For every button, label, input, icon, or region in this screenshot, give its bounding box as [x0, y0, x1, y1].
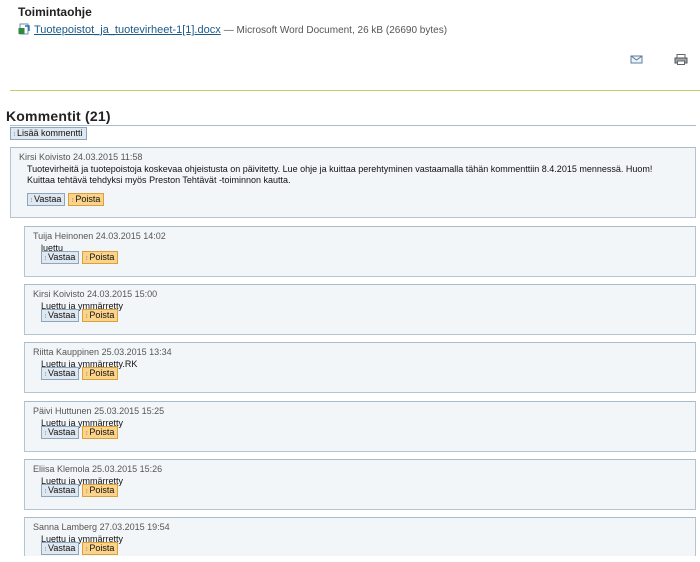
- comment-text: Tuotevirheitä ja tuotepoistoja koskevaa …: [27, 164, 653, 185]
- comment-author: Sanna Lamberg: [33, 522, 98, 532]
- delete-label: Poista: [89, 252, 115, 262]
- comment-header: Tuija Heinonen 24.03.2015 14:02: [33, 231, 166, 241]
- comment: Eliisa Klemola 25.03.2015 15:26 Luettu ja…: [24, 459, 696, 510]
- comment-actions: ⁝ Vastaa ⁝ Poista: [41, 484, 121, 502]
- comment-actions: ⁝ Vastaa ⁝ Poista: [41, 309, 121, 327]
- comment-author: Riitta Kauppinen: [33, 347, 100, 357]
- add-comment-label: Lisää kommentti: [17, 128, 83, 138]
- comment-author: Kirsi Koivisto: [33, 289, 85, 299]
- reply-button[interactable]: ⁝ Vastaa: [41, 426, 80, 439]
- reply-button[interactable]: ⁝ Vastaa: [41, 542, 80, 555]
- comment-text: luettu: [41, 243, 64, 253]
- attachment-link[interactable]: Tuotepoistot_ja_tuotevirheet-1[1].docx: [34, 24, 221, 36]
- attachment-meta: — Microsoft Word Document, 26 kB (26690 …: [223, 25, 448, 36]
- comment-date: 25.03.2015 15:26: [92, 464, 163, 474]
- delete-button[interactable]: ⁝ Poista: [82, 309, 119, 322]
- delete-button[interactable]: ⁝ Poista: [82, 542, 119, 555]
- comment-date: 27.03.2015 19:54: [99, 522, 170, 532]
- comment: Riitta Kauppinen 25.03.2015 13:34 Luettu …: [24, 342, 696, 393]
- reply-button[interactable]: ⁝ Vastaa: [41, 367, 80, 380]
- reply-button[interactable]: ⁝ Vastaa: [27, 193, 66, 206]
- delete-label: Poista: [89, 368, 115, 378]
- comment-date: 25.03.2015 15:25: [94, 406, 165, 416]
- delete-label: Poista: [89, 427, 115, 437]
- comment: Tuija Heinonen 24.03.2015 14:02 luettu ⁝ Va…: [24, 226, 696, 277]
- reply-button[interactable]: ⁝ Vastaa: [41, 251, 80, 264]
- comment-header: Kirsi Koivisto 24.03.2015 15:00: [33, 289, 157, 299]
- section-title: Toimintaohje: [18, 5, 92, 19]
- delete-label: Poista: [89, 543, 115, 553]
- comment-text: Luettu ja ymmärretty: [41, 534, 124, 544]
- reply-button[interactable]: ⁝ Vastaa: [41, 309, 80, 322]
- print-icon[interactable]: [674, 52, 688, 65]
- delete-button[interactable]: ⁝ Poista: [82, 367, 119, 380]
- comment-actions: ⁝ Vastaa ⁝ Poista: [27, 193, 107, 211]
- reply-label: Vastaa: [48, 543, 76, 553]
- comment-date: 24.03.2015 11:58: [73, 152, 143, 162]
- divider: [10, 90, 700, 91]
- comment-header: Eliisa Klemola 25.03.2015 15:26: [33, 464, 162, 474]
- comment-author: Tuija Heinonen: [33, 231, 94, 241]
- reply-label: Vastaa: [48, 310, 76, 320]
- comment-header: Riitta Kauppinen 25.03.2015 13:34: [33, 347, 172, 357]
- delete-button[interactable]: ⁝ Poista: [82, 484, 119, 497]
- attachment: Tuotepoistot_ja_tuotevirheet-1[1].docx —…: [18, 23, 447, 36]
- delete-label: Poista: [89, 485, 115, 495]
- comment-text: Luettu ja ymmärretty: [41, 301, 124, 311]
- word-document-icon: [18, 23, 31, 35]
- comment-date: 24.03.2015 14:02: [95, 231, 166, 241]
- delete-button[interactable]: ⁝ Poista: [82, 251, 119, 264]
- comment: Kirsi Koivisto 24.03.2015 15:00 Luettu ja…: [24, 284, 696, 335]
- reply-label: Vastaa: [34, 194, 62, 204]
- comment-header: Kirsi Koivisto 24.03.2015 11:58: [19, 152, 142, 162]
- comment: Päivi Huttunen 25.03.2015 15:25 Luettu ja…: [24, 401, 696, 452]
- comment-author: Kirsi Koivisto: [19, 152, 71, 162]
- comments-title: Kommentit (21): [6, 108, 111, 124]
- comment-actions: ⁝ Vastaa ⁝ Poista: [41, 367, 121, 385]
- delete-label: Poista: [89, 310, 115, 320]
- comment-actions: ⁝ Vastaa ⁝ Poista: [41, 426, 121, 444]
- delete-button[interactable]: ⁝ Poista: [82, 426, 119, 439]
- comment-date: 25.03.2015 13:34: [101, 347, 172, 357]
- comment: Kirsi Koivisto 24.03.2015 11:58 Tuotevirh…: [10, 147, 696, 218]
- reply-button[interactable]: ⁝ Vastaa: [41, 484, 80, 497]
- comment-text: Luettu ja ymmärretty: [41, 476, 124, 486]
- add-comment-button[interactable]: ⁝ Lisää kommentti: [10, 127, 87, 140]
- reply-label: Vastaa: [48, 252, 76, 262]
- comment: Sanna Lamberg 27.03.2015 19:54 Luettu ja …: [24, 517, 696, 556]
- email-icon[interactable]: [630, 52, 644, 64]
- toolbar: [604, 52, 688, 70]
- comment-date: 24.03.2015 15:00: [87, 289, 158, 299]
- divider: [10, 125, 696, 126]
- comment-header: Sanna Lamberg 27.03.2015 19:54: [33, 522, 170, 532]
- comment-actions: ⁝ Vastaa ⁝ Poista: [41, 251, 121, 269]
- reply-label: Vastaa: [48, 485, 76, 495]
- comment-author: Eliisa Klemola: [33, 464, 90, 474]
- comment-text: Luettu ja ymmärretty: [41, 418, 124, 428]
- comment-header: Päivi Huttunen 25.03.2015 15:25: [33, 406, 164, 416]
- reply-label: Vastaa: [48, 427, 76, 437]
- comment-actions: ⁝ Vastaa ⁝ Poista: [41, 542, 121, 560]
- comment-text: Luettu ja ymmärretty.RK: [41, 359, 138, 369]
- reply-label: Vastaa: [48, 368, 76, 378]
- comment-author: Päivi Huttunen: [33, 406, 92, 416]
- delete-label: Poista: [75, 194, 101, 204]
- delete-button[interactable]: ⁝ Poista: [68, 193, 105, 206]
